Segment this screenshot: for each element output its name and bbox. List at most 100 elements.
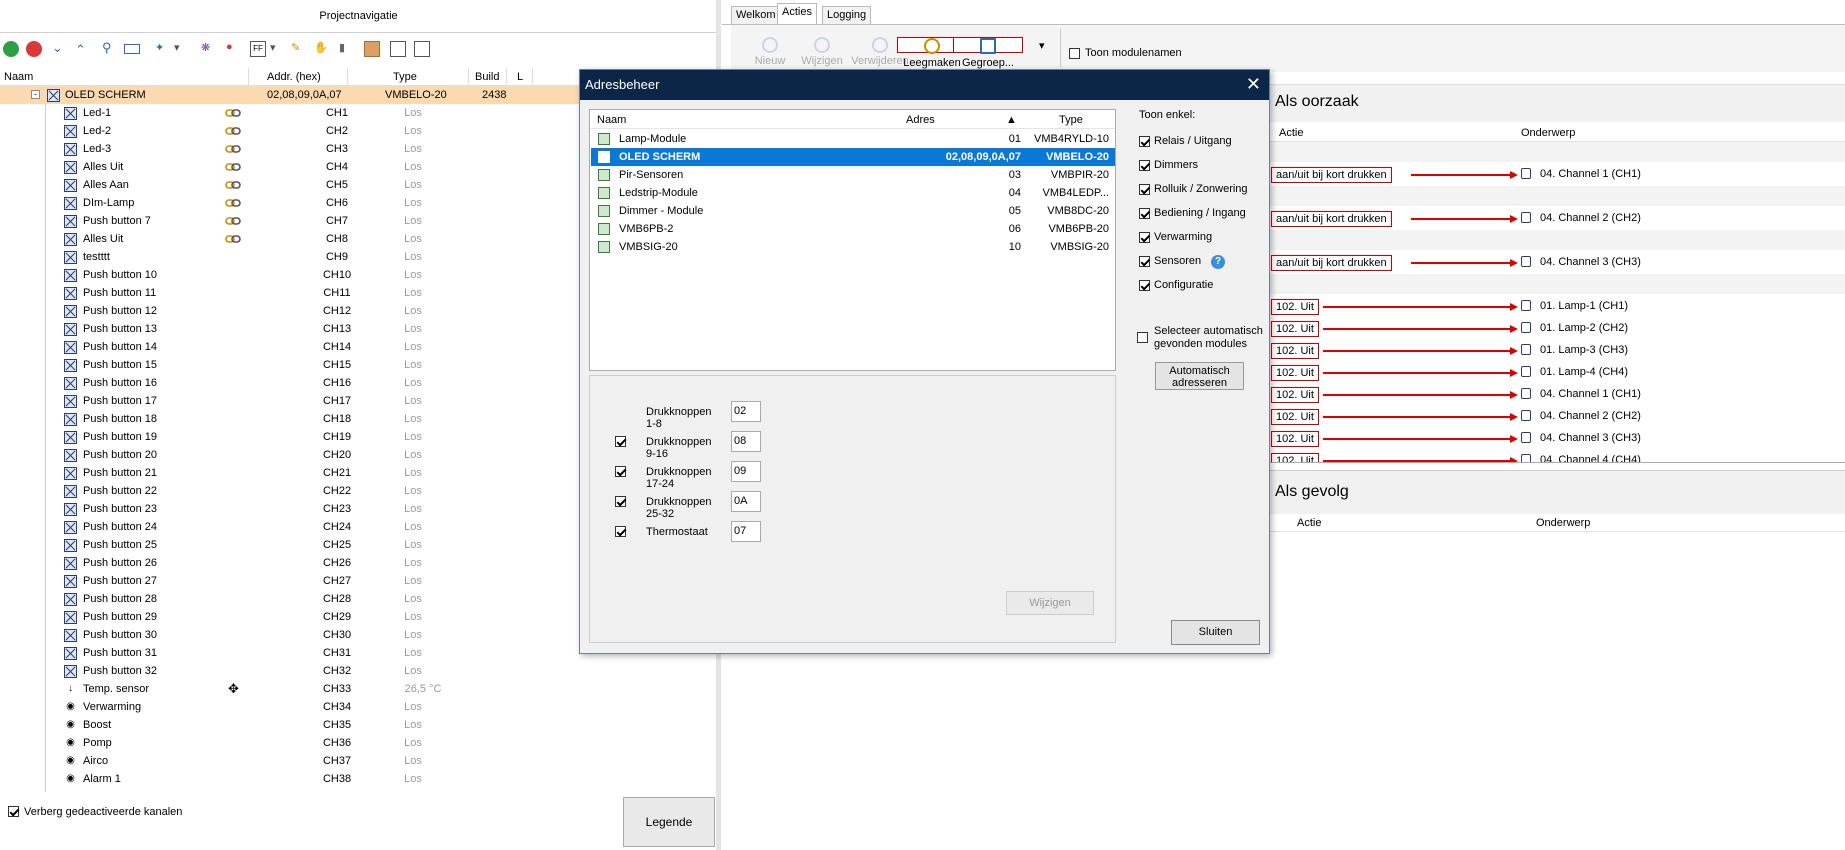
collapse-down-icon[interactable]: ⌄ (52, 41, 68, 57)
module-row[interactable]: VMBSIG-20 10 VMBSIG-20 (591, 238, 1115, 256)
arrow-line (1411, 174, 1510, 176)
box-icon[interactable] (364, 41, 380, 57)
col-naam[interactable]: Naam (4, 71, 33, 83)
filter-checkbox[interactable]: Bediening / Ingang (1139, 207, 1246, 219)
filter-checkbox[interactable]: Sensoren (1139, 255, 1201, 267)
arrow-head (1510, 457, 1518, 462)
channel-status: Los (404, 629, 422, 641)
channel-status: Los (404, 719, 422, 731)
search-icon[interactable]: ⚲ (102, 41, 118, 57)
address-input[interactable]: 02 (731, 401, 761, 422)
arrow-line (1323, 416, 1510, 418)
channel-id: CH4 (325, 161, 348, 173)
add-icon[interactable] (3, 41, 19, 57)
col-addr[interactable]: Addr. (hex) (267, 71, 321, 83)
action-label[interactable]: 102. Uit (1271, 321, 1319, 337)
filter-checkbox[interactable]: Rolluik / Zonwering (1139, 183, 1248, 195)
rename-icon[interactable] (124, 44, 140, 54)
address-input[interactable]: 0A (731, 491, 761, 512)
action-label[interactable]: aan/uit bij kort drukken (1271, 167, 1392, 183)
filter-checkbox[interactable]: Dimmers (1139, 159, 1198, 171)
module-row[interactable]: Pir-Sensoren 03 VMBPIR-20 (591, 166, 1115, 184)
tree-row[interactable]: ↓ Temp. sensor ✥ CH33 26,5 °C (0, 680, 717, 698)
action-label[interactable]: 102. Uit (1271, 387, 1319, 403)
action-label[interactable]: aan/uit bij kort drukken (1271, 211, 1392, 227)
channel-id: CH22 (322, 485, 352, 497)
filter-checkbox[interactable]: Configuratie (1139, 279, 1213, 291)
channel-status: Los (404, 755, 422, 767)
channel-name: Push button 7 (83, 215, 151, 227)
channel-status: Los (404, 125, 422, 137)
module-row[interactable]: OLED SCHERM 02,08,09,0A,07 VMBELO-20 (591, 148, 1115, 166)
bottom-bar: Verberg gedeactiveerde kanalen (0, 796, 717, 850)
arrow-head (1510, 171, 1518, 179)
legende-button[interactable]: Legende (623, 797, 715, 847)
address-input[interactable]: 08 (731, 431, 761, 452)
action-label[interactable]: 102. Uit (1271, 431, 1319, 447)
dropdown-arrow-icon[interactable]: ▾ (270, 41, 286, 57)
channel-name: Push button 12 (83, 305, 158, 317)
document-icon[interactable] (390, 41, 406, 57)
ff-icon[interactable]: FF (250, 41, 266, 57)
sluiten-button[interactable]: Sluiten (1171, 620, 1260, 645)
wand-icon[interactable]: ✦ (155, 41, 171, 57)
wijzigen-button[interactable]: Wijzigen (1006, 591, 1094, 615)
close-icon[interactable]: ✕ (1246, 74, 1261, 94)
settings-icon[interactable]: ❋ (201, 41, 217, 57)
action-label[interactable]: aan/uit bij kort drukken (1271, 255, 1392, 271)
action-label[interactable]: 102. Uit (1271, 365, 1319, 381)
action-label[interactable]: 102. Uit (1271, 409, 1319, 425)
tree-row[interactable]: ◉ Pomp CH36 Los (0, 734, 717, 752)
channel-id: CH1 (325, 107, 348, 119)
table-icon[interactable] (414, 41, 430, 57)
channel-icon (64, 323, 77, 336)
address-checkbox[interactable] (615, 436, 626, 447)
filter-checkbox[interactable]: Verwarming (1139, 231, 1212, 243)
action-label[interactable]: 102. Uit (1271, 453, 1319, 462)
auto-select-checkbox[interactable] (1137, 331, 1148, 343)
tree-row[interactable]: ◉ Verwarming CH34 Los (0, 698, 717, 716)
arrow-line (1323, 394, 1510, 396)
col-l[interactable]: L (517, 71, 523, 83)
collapse-icon[interactable]: - (31, 90, 40, 99)
arrow-head (1510, 391, 1518, 399)
channel-icon (64, 287, 77, 300)
action-subject: 04. Channel 2 (CH2) (1540, 212, 1641, 224)
tree-row[interactable]: Push button 32 CH32 Los (0, 662, 717, 680)
module-row[interactable]: Ledstrip-Module 04 VMB4LEDP... (591, 184, 1115, 202)
address-checkbox[interactable] (615, 526, 626, 537)
arrow-line (1323, 372, 1510, 374)
channel-icon (64, 593, 77, 606)
broom-icon[interactable]: ✎ (291, 41, 307, 57)
action-label[interactable]: 102. Uit (1271, 299, 1319, 315)
filter-checkbox[interactable]: Relais / Uitgang (1139, 135, 1232, 147)
location-icon[interactable]: ● (226, 41, 242, 57)
expand-up-icon[interactable]: ⌃ (75, 41, 91, 57)
col-type[interactable]: Type (393, 71, 417, 83)
sensor-dot-icon: ◉ (66, 773, 75, 784)
auto-address-button[interactable]: Automatisch adresseren (1155, 362, 1244, 390)
hand-icon[interactable]: ✋ (314, 41, 330, 57)
address-checkbox[interactable] (615, 496, 626, 507)
help-icon[interactable]: ? (1211, 255, 1225, 269)
channel-icon (64, 449, 77, 462)
dropdown-arrow-icon[interactable]: ▾ (174, 41, 190, 57)
address-input[interactable]: 07 (731, 521, 761, 542)
tree-row[interactable]: ◉ Alarm 1 CH38 Los (0, 770, 717, 788)
tree-row[interactable]: ◉ Airco CH37 Los (0, 752, 717, 770)
dialog-title: Adresbeheer (580, 70, 1269, 100)
remove-icon[interactable] (26, 41, 42, 57)
arrow-line (1323, 350, 1510, 352)
channel-id: CH19 (322, 431, 352, 443)
tree-row[interactable]: ◉ Boost CH35 Los (0, 716, 717, 734)
module-row[interactable]: Lamp-Module 01 VMB4RYLD-10 (591, 130, 1115, 148)
module-row[interactable]: Dimmer - Module 05 VMB8DC-20 (591, 202, 1115, 220)
col-build[interactable]: Build (475, 71, 499, 83)
address-checkbox[interactable] (615, 466, 626, 477)
sensor-dot-icon: ◉ (66, 701, 75, 712)
pin-icon[interactable]: ▮ (339, 41, 355, 57)
module-row[interactable]: VMB6PB-2 06 VMB6PB-20 (591, 220, 1115, 238)
hide-deactivated-checkbox[interactable] (8, 805, 19, 817)
action-label[interactable]: 102. Uit (1271, 343, 1319, 359)
address-input[interactable]: 09 (731, 461, 761, 482)
